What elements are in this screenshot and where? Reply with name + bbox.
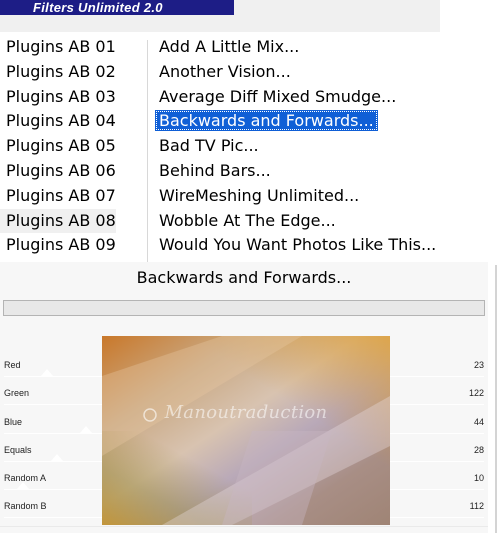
- category-item[interactable]: Plugins AB 08: [0, 208, 116, 234]
- filter-item[interactable]: Wobble At The Edge...: [155, 209, 440, 234]
- filter-item[interactable]: Behind Bars...: [155, 159, 440, 184]
- column-divider: [147, 40, 148, 262]
- preview-canvas: [102, 336, 390, 525]
- preview-image: Manoutraduction: [102, 336, 390, 525]
- scrollbar-edge[interactable]: [495, 265, 497, 533]
- filter-item-label: Backwards and Forwards...: [155, 110, 378, 132]
- filter-item-label: Behind Bars...: [159, 160, 271, 180]
- slider-thumb[interactable]: [41, 369, 54, 376]
- category-item[interactable]: Plugins AB 09: [0, 233, 116, 258]
- category-list: Plugins AB 01 Plugins AB 02 Plugins AB 03 P…: [0, 35, 146, 258]
- filter-item[interactable]: Bad TV Pic...: [155, 134, 440, 159]
- category-item[interactable]: Plugins AB 03: [0, 85, 116, 110]
- slider-label: Red: [4, 360, 21, 370]
- filter-item-label: Add A Little Mix...: [159, 37, 300, 56]
- filter-item[interactable]: Average Diff Mixed Smudge...: [155, 85, 440, 110]
- slider-value: 122: [468, 388, 484, 399]
- filter-list: Add A Little Mix... Another Vision... Aver…: [155, 35, 440, 258]
- slider-label: Equals: [4, 444, 32, 455]
- app-banner: Filters Unlimited 2.0: [0, 0, 234, 15]
- slider-value: 44: [473, 416, 484, 427]
- filter-item-label: Wobble At The Edge...: [159, 210, 336, 230]
- progress-bar: [3, 300, 485, 316]
- filter-item-label: Bad TV Pic...: [159, 136, 259, 156]
- category-item[interactable]: Plugins AB 02: [0, 60, 116, 85]
- filter-item[interactable]: Would You Want Photos Like This...: [155, 233, 440, 258]
- filter-item-label: Would You Want Photos Like This...: [159, 235, 437, 255]
- slider-thumb[interactable]: [50, 453, 63, 461]
- filter-item[interactable]: Another Vision...: [155, 60, 440, 85]
- slider-label: Green: [4, 388, 30, 399]
- filter-item[interactable]: Backwards and Forwards...: [155, 109, 440, 134]
- slider-value: 28: [473, 444, 484, 455]
- filter-item[interactable]: Add A Little Mix...: [155, 35, 440, 60]
- panel-title: Backwards and Forwards...: [136, 268, 352, 287]
- filter-item-label: Another Vision...: [159, 61, 291, 81]
- slider-value: 10: [473, 473, 484, 484]
- slider-thumb[interactable]: [17, 482, 30, 490]
- filter-item-label: WireMeshing Unlimited...: [159, 185, 360, 205]
- slider-label: Blue: [4, 416, 23, 427]
- bottom-divider: [0, 526, 488, 527]
- filter-item[interactable]: WireMeshing Unlimited...: [155, 184, 440, 209]
- slider-thumb[interactable]: [79, 425, 92, 433]
- category-item[interactable]: Plugins AB 06: [0, 159, 116, 184]
- category-item[interactable]: Plugins AB 07: [0, 184, 116, 209]
- category-item[interactable]: Plugins AB 04: [0, 109, 116, 134]
- category-item[interactable]: Plugins AB 05: [0, 134, 116, 159]
- slider-value: 112: [469, 501, 484, 512]
- slider-label: Random B: [4, 501, 47, 512]
- filter-item-label: Average Diff Mixed Smudge...: [159, 86, 397, 106]
- watermark-text: Manoutraduction: [164, 402, 328, 423]
- slider-value: 23: [473, 360, 484, 370]
- category-item[interactable]: Plugins AB 01: [0, 35, 116, 60]
